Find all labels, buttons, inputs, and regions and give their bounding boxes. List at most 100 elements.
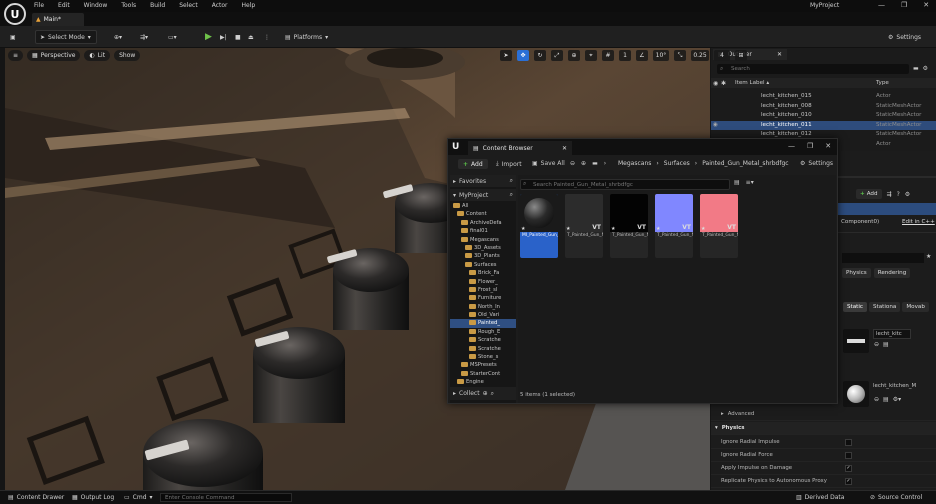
breadcrumb-surfaces[interactable]: Surfaces — [664, 160, 690, 167]
selected-component-row[interactable] — [838, 203, 936, 215]
world-space-icon[interactable]: ⊕ — [568, 50, 580, 61]
browse-icon[interactable]: ▤ — [883, 341, 889, 348]
asset-tile[interactable]: VT ★T_Painted_Gun_Metal_shrbdfgc_4K_N — [655, 194, 693, 258]
folder-tree-item[interactable]: final01 — [450, 227, 516, 235]
outliner-row[interactable]: lecht_kitchen_008 StaticMeshActor — [711, 102, 936, 112]
folder-tree-item[interactable]: Brick_Fa — [450, 269, 516, 277]
translate-tool-icon[interactable]: ✥ — [517, 50, 529, 61]
folder-tree-item[interactable]: ArchiveDefa — [450, 219, 516, 227]
asset-search-input[interactable] — [520, 179, 730, 190]
folder-tree-item[interactable]: Painted_ — [450, 319, 516, 328]
save-icon[interactable]: ▣ — [10, 30, 16, 44]
star-icon[interactable]: ★ — [611, 226, 615, 232]
menu-edit[interactable]: Edit — [58, 2, 70, 9]
play-options-icon[interactable]: ⋮ — [264, 30, 270, 44]
folder-tree-item[interactable]: All — [450, 202, 516, 210]
add-component-button[interactable]: + Add — [856, 189, 882, 199]
rotate-tool-icon[interactable]: ↻ — [534, 50, 546, 61]
tab-main-level[interactable]: ▲ Main* — [32, 13, 84, 26]
filter-icon[interactable]: ≡▾ — [746, 179, 754, 186]
forward-icon[interactable]: ⊕ — [581, 160, 586, 167]
search-icon[interactable]: ⌕ — [510, 191, 513, 199]
physics-section-header[interactable]: ▾ Physics — [711, 422, 936, 435]
tab-rendering[interactable]: Rendering — [873, 268, 911, 278]
menu-select[interactable]: Select — [179, 2, 198, 9]
tab-physics[interactable]: Physics — [842, 268, 871, 278]
asset-tile[interactable]: VT ★T_Painted_Gun_Metal_shrbdfgc_4K_D — [565, 194, 603, 258]
cb-settings-button[interactable]: ⚙ Settings — [800, 160, 833, 167]
select-tool-icon[interactable]: ➤ — [500, 50, 512, 61]
visibility-icon[interactable] — [711, 102, 761, 112]
source-control-button[interactable]: ⊘ Source Control — [870, 494, 922, 501]
project-header[interactable]: ▾ MyProject ⌕ — [450, 189, 516, 201]
folder-tree-item[interactable]: Surfaces — [450, 261, 516, 269]
details-search-input[interactable] — [842, 253, 924, 263]
gear-icon[interactable]: ⚙ — [905, 191, 910, 198]
property-checkbox[interactable] — [845, 438, 852, 446]
material-picker[interactable]: lecht_kitchen_M — [873, 382, 923, 392]
content-drawer-button[interactable]: ▤ Content Drawer — [8, 494, 64, 501]
star-icon[interactable]: ★ — [656, 226, 660, 232]
derived-data-button[interactable]: ▥ Derived Data — [796, 494, 844, 501]
scale-tool-icon[interactable]: ⤢ — [551, 50, 563, 61]
play-button[interactable]: ▶ — [205, 30, 212, 44]
column-item-label[interactable]: Item Label ▴ — [735, 80, 876, 86]
search-icon[interactable]: ⌕ — [510, 177, 513, 185]
visibility-icon[interactable] — [711, 92, 761, 102]
eject-icon[interactable]: ⏏ — [248, 30, 254, 44]
folder-icon[interactable]: ▬ — [592, 160, 598, 167]
folder-tree-item[interactable]: MSPresets — [450, 361, 516, 369]
breadcrumb-painted-gun-metal[interactable]: Painted_Gun_Metal_shrbdfgc — [702, 160, 788, 167]
star-icon[interactable]: ★ — [521, 226, 525, 232]
folder-tree-item[interactable]: Rough_E — [450, 328, 516, 336]
import-button[interactable]: ⤓ Import — [496, 160, 522, 168]
minimize-button[interactable]: — — [788, 142, 795, 150]
scale-snap-value[interactable]: 0.25 — [691, 50, 709, 61]
asset-tile[interactable]: VT ★T_Painted_Gun_Metal_shrbdfgc_4K_ORDp — [700, 194, 738, 258]
menu-window[interactable]: Window — [84, 2, 108, 9]
property-checkbox[interactable]: ✓ — [845, 477, 852, 485]
maximize-viewport-icon[interactable]: ⊞ — [735, 50, 747, 61]
maximize-button[interactable]: ❐ — [901, 1, 907, 9]
folder-tree-item[interactable]: Flower_ — [450, 278, 516, 286]
stop-icon[interactable]: ■ — [235, 30, 241, 44]
unreal-logo-icon[interactable]: U — [4, 3, 26, 25]
folder-tree-item[interactable]: Furniture — [450, 294, 516, 302]
cinematics-icon[interactable]: ▭▾ — [168, 30, 177, 44]
output-log-button[interactable]: ▦ Output Log — [72, 494, 114, 501]
mobility-movable[interactable]: Movab — [902, 302, 929, 312]
browse-icon[interactable]: ▤ — [883, 396, 889, 403]
static-mesh-picker[interactable]: lecht_kitc — [873, 329, 911, 339]
menu-help[interactable]: Help — [242, 2, 256, 9]
search-icon[interactable]: ⌕ — [491, 390, 494, 398]
static-mesh-thumbnail[interactable] — [843, 329, 869, 353]
close-window-button[interactable]: ✕ — [825, 142, 831, 150]
visibility-icon[interactable] — [711, 111, 761, 121]
star-icon[interactable]: ★ — [926, 253, 931, 260]
blueprint-icon[interactable]: ⇶ — [887, 191, 892, 198]
grid-size-value[interactable]: 1 — [619, 50, 631, 61]
folder-tree-item[interactable]: Content — [450, 210, 516, 218]
camera-speed-value[interactable]: 4 — [714, 50, 730, 61]
angle-snap-icon[interactable]: ∠ — [636, 50, 648, 61]
grid-snap-icon[interactable]: # — [602, 50, 614, 61]
menu-actor[interactable]: Actor — [212, 2, 228, 9]
visibility-icon[interactable]: ◉ — [711, 121, 761, 131]
scale-snap-icon[interactable]: ⤡ — [674, 50, 686, 61]
edit-in-cpp-link[interactable]: Edit in C++ — [902, 219, 935, 225]
platforms-dropdown[interactable]: ▤ Platforms ▾ — [285, 30, 328, 44]
folder-tree-item[interactable]: Megascans — [450, 236, 516, 244]
add-folder-icon[interactable]: ▬ — [913, 65, 919, 72]
folder-tree-item[interactable]: Frost_sl — [450, 286, 516, 294]
surface-snap-icon[interactable]: ⌖ — [585, 50, 597, 61]
console-command-input[interactable] — [160, 493, 292, 502]
tab-content-browser[interactable]: ▤ Content Browser ✕ — [468, 141, 572, 155]
folder-tree-item[interactable]: Scratche — [450, 345, 516, 353]
outliner-row[interactable]: ◉ lecht_kitchen_011 StaticMeshActor — [711, 120, 936, 131]
menu-build[interactable]: Build — [150, 2, 165, 9]
settings-button[interactable]: ⚙ Settings — [888, 30, 921, 44]
save-all-button[interactable]: ▣ Save All — [532, 160, 565, 167]
select-mode-dropdown[interactable]: ➤ Select Mode ▾ — [35, 30, 97, 44]
outliner-row[interactable]: lecht_kitchen_015 Actor — [711, 92, 936, 102]
folder-tree-item[interactable]: StarterCont — [450, 370, 516, 378]
